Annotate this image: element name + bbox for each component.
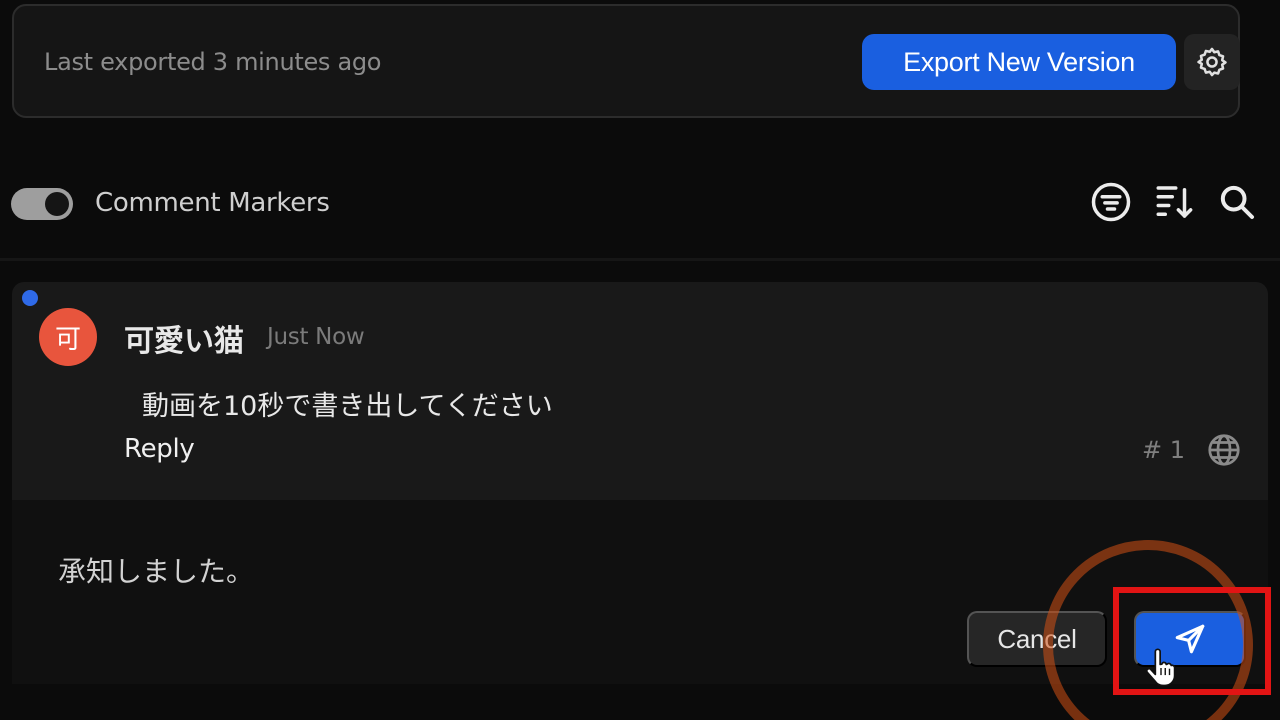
search-button[interactable] — [1213, 178, 1261, 226]
comment-author: 可愛い猫 — [124, 324, 244, 359]
visibility-button[interactable] — [1204, 430, 1244, 470]
unread-dot — [22, 290, 38, 306]
reply-composer: 承知しました。 Cancel — [12, 500, 1268, 684]
settings-button[interactable] — [1184, 34, 1240, 90]
toggle-knob — [45, 192, 69, 216]
globe-icon — [1208, 434, 1240, 466]
send-icon — [1175, 624, 1205, 654]
filter-button[interactable] — [1087, 178, 1135, 226]
comment-number: # 1 — [1142, 436, 1186, 464]
comments-toolbar: Comment Markers — [0, 160, 1280, 252]
send-button[interactable] — [1134, 611, 1246, 667]
comment-markers-toggle[interactable] — [11, 188, 73, 220]
search-icon — [1220, 185, 1254, 219]
comment-card[interactable]: 可 可愛い猫 Just Now 動画を10秒で書き出してください Reply #… — [12, 282, 1268, 500]
filter-icon — [1091, 182, 1131, 222]
comment-text: 動画を10秒で書き出してください — [142, 391, 553, 422]
export-status-text: Last exported 3 minutes ago — [44, 48, 382, 76]
sort-icon — [1156, 186, 1193, 218]
comments-panel: Last exported 3 minutes ago Export New V… — [0, 0, 1280, 720]
export-bar: Last exported 3 minutes ago Export New V… — [12, 4, 1240, 118]
comment-timestamp: Just Now — [267, 324, 365, 350]
export-new-version-button[interactable]: Export New Version — [862, 34, 1176, 90]
toolbar-divider — [0, 258, 1280, 261]
sort-button[interactable] — [1150, 178, 1198, 226]
cancel-button[interactable]: Cancel — [967, 611, 1107, 667]
reply-link[interactable]: Reply — [124, 434, 195, 464]
gear-icon — [1197, 47, 1227, 77]
reply-input[interactable]: 承知しました。 — [58, 550, 254, 590]
avatar: 可 — [39, 308, 97, 366]
comment-markers-label: Comment Markers — [95, 188, 330, 218]
